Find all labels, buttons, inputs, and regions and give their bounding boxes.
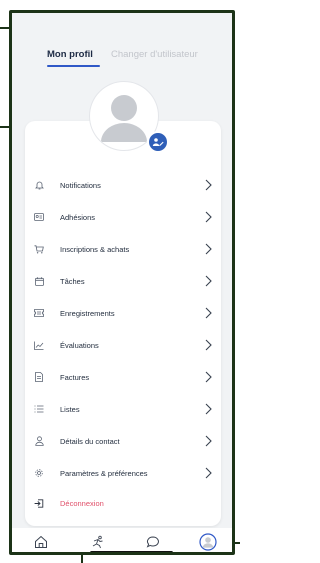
chevron-right-icon xyxy=(203,466,213,480)
menu-item-listes[interactable]: Listes xyxy=(25,396,221,422)
profile-menu-card: Notifications Adhésions Inscriptions & a… xyxy=(25,121,221,526)
menu-label: Évaluations xyxy=(60,340,99,350)
chevron-right-icon xyxy=(203,274,213,288)
menu-item-taches[interactable]: Tâches xyxy=(25,268,221,294)
chevron-right-icon xyxy=(203,210,213,224)
menu-item-notifications[interactable]: Notifications xyxy=(25,172,221,198)
home-indicator xyxy=(90,551,173,552)
chevron-right-icon xyxy=(203,370,213,384)
list-icon xyxy=(34,404,44,414)
bell-icon xyxy=(34,180,44,190)
chevron-right-icon xyxy=(203,306,213,320)
chart-icon xyxy=(34,340,44,350)
logout-icon xyxy=(34,498,44,508)
menu-item-details-contact[interactable]: Détails du contact xyxy=(25,428,221,454)
profile-tabs: Mon profil Changer d'utilisateur xyxy=(12,13,232,89)
cart-icon xyxy=(34,244,44,254)
person-icon xyxy=(34,436,44,446)
chevron-right-icon xyxy=(203,434,213,448)
menu-label: Inscriptions & achats xyxy=(60,244,130,254)
home-icon xyxy=(35,535,47,548)
edit-photo-badge[interactable] xyxy=(147,131,169,153)
invoice-icon xyxy=(34,372,44,382)
nav-home[interactable] xyxy=(31,532,51,552)
menu-label: Enregistrements xyxy=(60,308,115,318)
menu-item-adhesions[interactable]: Adhésions xyxy=(25,204,221,230)
logout-label: Déconnexion xyxy=(60,498,104,508)
active-tab-indicator xyxy=(47,65,100,67)
ticket-icon xyxy=(34,308,44,318)
nav-profile[interactable] xyxy=(198,532,218,552)
chevron-right-icon xyxy=(203,178,213,192)
chevron-right-icon xyxy=(203,242,213,256)
figure-icon xyxy=(92,535,103,549)
tab-mon-profil[interactable]: Mon profil xyxy=(47,49,93,60)
menu-item-inscriptions-achats[interactable]: Inscriptions & achats xyxy=(25,236,221,262)
menu-label: Notifications xyxy=(60,180,101,190)
person-edit-icon xyxy=(152,138,164,146)
chevron-right-icon xyxy=(203,338,213,352)
menu-label: Factures xyxy=(60,372,90,382)
menu-item-evaluations[interactable]: Évaluations xyxy=(25,332,221,358)
menu-label: Tâches xyxy=(60,276,85,286)
menu-label: Détails du contact xyxy=(60,436,120,446)
tab-changer-utilisateur[interactable]: Changer d'utilisateur xyxy=(111,49,198,60)
gear-icon xyxy=(34,468,44,478)
menu-label: Adhésions xyxy=(60,212,96,222)
calendar-icon xyxy=(34,276,44,286)
menu-item-factures[interactable]: Factures xyxy=(25,364,221,390)
menu-item-parametres-preferences[interactable]: Paramètres & préférences xyxy=(25,460,221,486)
menu-label: Paramètres & préférences xyxy=(60,468,148,478)
menu-label: Listes xyxy=(60,404,80,414)
chevron-right-icon xyxy=(203,402,213,416)
avatar-icon xyxy=(199,533,217,551)
phone-screen: Mon profil Changer d'utilisateur Notific… xyxy=(9,10,235,555)
nav-activities[interactable] xyxy=(88,532,108,552)
id-card-icon xyxy=(34,212,44,222)
nav-messages[interactable] xyxy=(143,532,163,552)
menu-item-enregistrements[interactable]: Enregistrements xyxy=(25,300,221,326)
chat-icon xyxy=(146,536,159,548)
logout-button[interactable]: Déconnexion xyxy=(25,490,221,516)
